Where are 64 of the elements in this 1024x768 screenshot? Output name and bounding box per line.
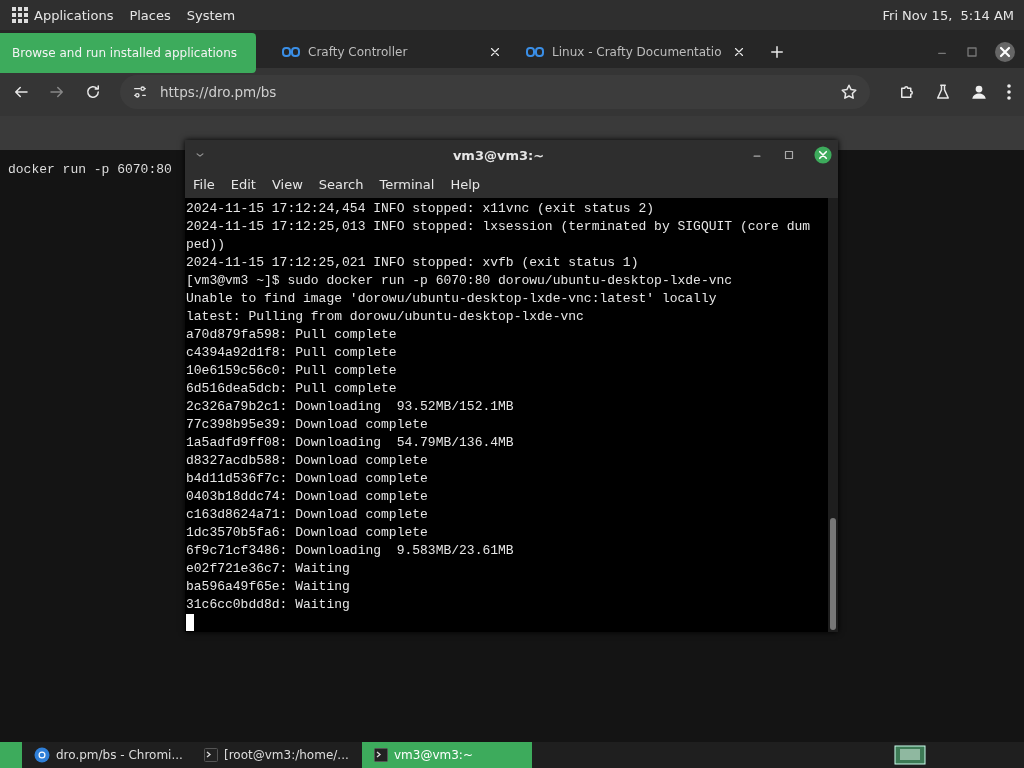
close-icon[interactable] xyxy=(488,45,502,59)
taskbar-item[interactable]: dro.pm/bs - Chromi... xyxy=(22,742,192,768)
taskbar-item[interactable]: [root@vm3:/home/... xyxy=(192,742,362,768)
maximize-icon[interactable] xyxy=(964,44,980,60)
terminal-line: ped)) xyxy=(186,236,226,254)
terminal-line: 0403b18ddc74: Download complete xyxy=(186,488,429,506)
menu-icon[interactable] xyxy=(1006,83,1012,101)
terminal-line: 6f9c71cf3486: Downloading 9.583MB/23.61MB xyxy=(186,542,515,560)
terminal-line: b4d11d536f7c: Download complete xyxy=(186,470,429,488)
scrollbar-thumb[interactable] xyxy=(830,518,836,630)
terminal-line: e02f721e36c7: Waiting xyxy=(186,560,351,578)
terminal-line: a70d879fa598: Pull complete xyxy=(186,326,398,344)
terminal-icon xyxy=(204,748,218,762)
panel-menu[interactable]: Places xyxy=(129,7,171,23)
reload-icon[interactable] xyxy=(84,83,102,101)
terminal-line: 6d516dea5dcb: Pull complete xyxy=(186,380,398,398)
page-text: docker run -p 6070:80 xyxy=(8,162,172,177)
menu-item[interactable]: Terminal xyxy=(379,176,435,192)
app-grid-icon[interactable] xyxy=(12,7,28,23)
terminal-line: 2024-11-15 17:12:24,454 INFO stopped: x11vnc (exit status 2) xyxy=(186,200,656,218)
terminal-line: [vm3@vm3 ~]$ sudo docker run -p 6070:80 dorowu/ubuntu-desktop-lxde-vnc xyxy=(186,272,734,290)
menu-item[interactable]: Help xyxy=(450,176,481,192)
terminal-line: 31c6cc0bdd8d: Waiting xyxy=(186,596,351,614)
menu-item[interactable]: Edit xyxy=(230,176,256,192)
tooltip: Browse and run installed applications xyxy=(0,33,256,73)
menu-item[interactable]: View xyxy=(271,176,303,192)
link-icon xyxy=(282,46,300,58)
terminal-line: 2c326a79b2c1: Downloading 93.52MB/152.1MB xyxy=(186,398,515,416)
close-icon[interactable] xyxy=(732,45,746,59)
terminal-line: latest: Pulling from dorowu/ubuntu-desktop-lxde-vnc xyxy=(186,308,585,326)
close-icon[interactable] xyxy=(994,41,1016,63)
clock: Fri Nov 15, 5:14 AM xyxy=(882,7,1014,23)
new-tab-icon[interactable] xyxy=(768,43,786,61)
globe-icon xyxy=(34,747,50,763)
address-bar[interactable]: https://dro.pm/bs xyxy=(120,75,870,109)
terminal-line: 2024-11-15 17:12:25,013 INFO stopped: lxsession (terminated by SIGQUIT (core dum xyxy=(186,218,812,236)
terminal-line: 1dc3570b5fa6: Download complete xyxy=(186,524,429,542)
profile-icon[interactable] xyxy=(970,83,988,101)
menu-item[interactable]: File xyxy=(193,176,215,192)
terminal-line: ba596a49f65e: Waiting xyxy=(186,578,351,596)
link-icon xyxy=(526,46,544,58)
puzzle-icon[interactable] xyxy=(898,83,916,101)
terminal-icon xyxy=(374,748,388,762)
terminal-line: d8327acdb588: Download complete xyxy=(186,452,429,470)
terminal-line: 2024-11-15 17:12:25,021 INFO stopped: xvfb (exit status 1) xyxy=(186,254,640,272)
terminal-line: 1a5adfd9ff08: Downloading 54.79MB/136.4MB xyxy=(186,434,515,452)
terminal-line: 10e6159c56c0: Pull complete xyxy=(186,362,398,380)
close-icon[interactable] xyxy=(814,146,832,164)
panel-menu[interactable]: Applications xyxy=(34,7,114,23)
browser-tab[interactable]: Linux - Crafty Documentatio xyxy=(516,36,756,68)
terminal-line: Unable to find image 'dorowu/ubuntu-desktop-lxde-vnc:latest' locally xyxy=(186,290,718,308)
start-button[interactable] xyxy=(0,742,22,768)
window-title: vm3@vm3:~ xyxy=(451,147,546,163)
maximize-icon[interactable] xyxy=(782,148,796,162)
browser-tab[interactable]: Crafty Controller xyxy=(272,36,512,68)
cursor-icon xyxy=(186,614,194,631)
star-icon[interactable] xyxy=(840,83,858,101)
menu-item[interactable]: Search xyxy=(318,176,364,192)
terminal-line: c4394a92d1f8: Pull complete xyxy=(186,344,398,362)
site-settings-icon[interactable] xyxy=(132,84,148,100)
flask-icon[interactable] xyxy=(934,83,952,101)
panel-menu[interactable]: System xyxy=(186,7,236,23)
terminal-line: 77c398b95e39: Download complete xyxy=(186,416,429,434)
terminal-line: c163d8624a71: Download complete xyxy=(186,506,429,524)
